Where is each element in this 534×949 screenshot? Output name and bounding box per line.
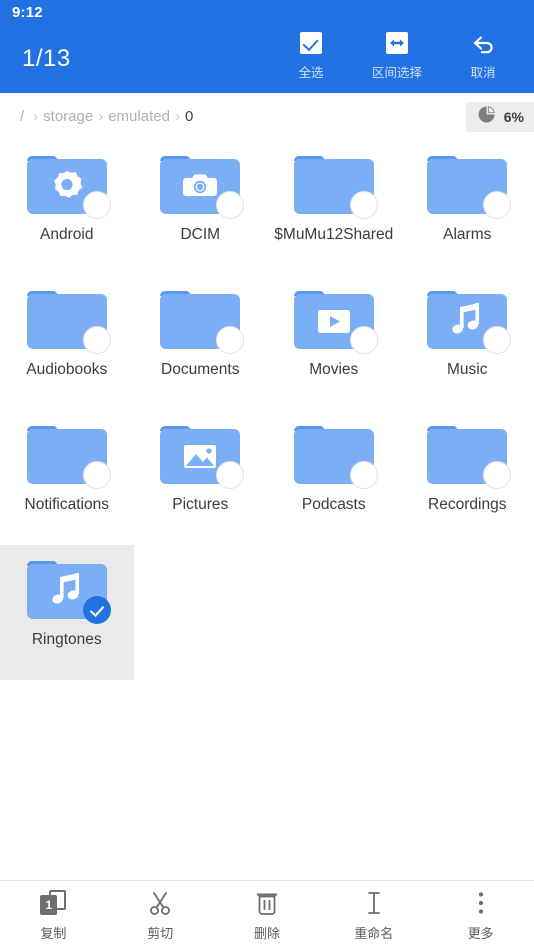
copy-count-badge: 1 (40, 895, 58, 915)
file-name-label: Android (40, 226, 94, 243)
file-name-label: Recordings (428, 496, 507, 513)
rename-button[interactable]: 重命名 (320, 888, 427, 942)
cut-button[interactable]: 剪切 (107, 888, 214, 942)
breadcrumb-item-current[interactable]: 0 (185, 108, 193, 125)
file-item-android[interactable]: Android (0, 140, 134, 275)
file-name-label: Notifications (24, 496, 109, 513)
range-select-label: 区间选择 (371, 65, 422, 80)
folder-thumbnail (158, 151, 245, 219)
range-select-button[interactable]: 区间选择 (354, 30, 440, 81)
more-button[interactable]: 更多 (427, 888, 534, 942)
breadcrumb-item-storage[interactable]: storage (43, 108, 93, 125)
chevron-right-icon: › (33, 108, 39, 125)
folder-thumbnail (25, 151, 111, 219)
folder-thumbnail (158, 286, 245, 354)
file-item-documents[interactable]: Documents (134, 275, 268, 410)
file-item-audiobooks[interactable]: Audiobooks (0, 275, 134, 410)
file-item-mumu12shared[interactable]: $MuMu12Shared (267, 140, 401, 275)
file-item-recordings[interactable]: Recordings (401, 410, 534, 545)
folder-thumbnail (292, 286, 378, 354)
file-grid: Android DCIM $MuMu12Shared Alarms Audiob… (0, 140, 534, 880)
file-item-alarms[interactable]: Alarms (401, 140, 534, 275)
range-select-icon (386, 30, 408, 56)
delete-button[interactable]: 删除 (214, 888, 321, 942)
file-name-label: DCIM (180, 226, 221, 243)
selection-indicator[interactable] (82, 461, 111, 489)
cancel-button[interactable]: 取消 (440, 30, 526, 81)
scissors-icon (147, 888, 173, 918)
chevron-right-icon: › (174, 108, 180, 125)
select-all-label: 全选 (298, 65, 324, 80)
folder-thumbnail (158, 421, 245, 489)
file-name-label: Documents (161, 361, 240, 378)
file-item-ringtones[interactable]: Ringtones (0, 545, 134, 680)
folder-thumbnail (425, 151, 512, 219)
rename-icon (364, 888, 384, 918)
folder-thumbnail (292, 151, 378, 219)
selection-count: 1/13 (22, 45, 71, 72)
folder-thumbnail (425, 421, 512, 489)
more-dots-icon (477, 888, 485, 918)
file-name-label: Podcasts (301, 496, 366, 513)
folder-thumbnail (425, 286, 512, 354)
breadcrumb-item-root[interactable]: / (20, 108, 24, 125)
file-name-label: Audiobooks (26, 361, 108, 378)
file-item-notifications[interactable]: Notifications (0, 410, 134, 545)
folder-thumbnail (292, 421, 378, 489)
file-name-label: Alarms (443, 226, 492, 243)
pie-chart-icon (478, 105, 497, 129)
select-all-button[interactable]: 全选 (268, 30, 354, 81)
rename-label: 重命名 (354, 927, 394, 942)
selection-indicator[interactable] (82, 191, 111, 219)
breadcrumb-bar: / › storage › emulated › 0 6% (0, 93, 534, 140)
header-actions: 全选 区间选择 取消 (268, 30, 526, 81)
selection-indicator[interactable] (82, 326, 111, 354)
file-name-label: Music (447, 361, 488, 378)
copy-icon: 1 (40, 888, 67, 918)
app-header: 9:12 1/13 全选 区间选择 取消 (0, 0, 534, 93)
storage-percent-label: 6% (503, 108, 524, 125)
cancel-undo-icon (470, 30, 496, 56)
folder-thumbnail (25, 556, 111, 624)
status-bar-time: 9:12 (12, 4, 43, 21)
selection-indicator-checked[interactable] (82, 596, 111, 624)
storage-usage-badge[interactable]: 6% (465, 101, 534, 132)
file-name-label: Movies (309, 361, 359, 378)
selection-indicator[interactable] (349, 191, 378, 219)
file-item-podcasts[interactable]: Podcasts (267, 410, 401, 545)
cancel-label: 取消 (470, 65, 496, 80)
image-icon (184, 445, 217, 468)
delete-label: 删除 (253, 927, 280, 942)
chevron-right-icon: › (98, 108, 104, 125)
bottom-toolbar: 1 复制 剪切 删除 重命名 更多 (0, 880, 534, 949)
selection-indicator[interactable] (349, 461, 378, 489)
file-name-label: Ringtones (31, 631, 102, 648)
folder-thumbnail (25, 286, 111, 354)
more-label: 更多 (467, 927, 494, 942)
breadcrumb-item-emulated[interactable]: emulated (108, 108, 170, 125)
copy-button[interactable]: 1 复制 (0, 888, 107, 942)
folder-thumbnail (25, 421, 111, 489)
breadcrumb: / › storage › emulated › 0 (0, 108, 466, 125)
file-manager-screen: 9:12 1/13 全选 区间选择 取消 / › storage › emula… (0, 0, 534, 949)
selection-indicator[interactable] (349, 326, 378, 354)
file-item-music[interactable]: Music (401, 275, 534, 410)
cut-label: 剪切 (147, 927, 174, 942)
copy-label: 复制 (40, 927, 67, 942)
trash-icon (255, 888, 279, 918)
file-name-label: Pictures (172, 496, 229, 513)
file-name-label: $MuMu12Shared (274, 226, 394, 243)
select-all-checkbox-icon (300, 30, 322, 56)
file-item-pictures[interactable]: Pictures (134, 410, 268, 545)
file-item-movies[interactable]: Movies (267, 275, 401, 410)
file-item-dcim[interactable]: DCIM (134, 140, 268, 275)
video-icon (317, 310, 350, 333)
